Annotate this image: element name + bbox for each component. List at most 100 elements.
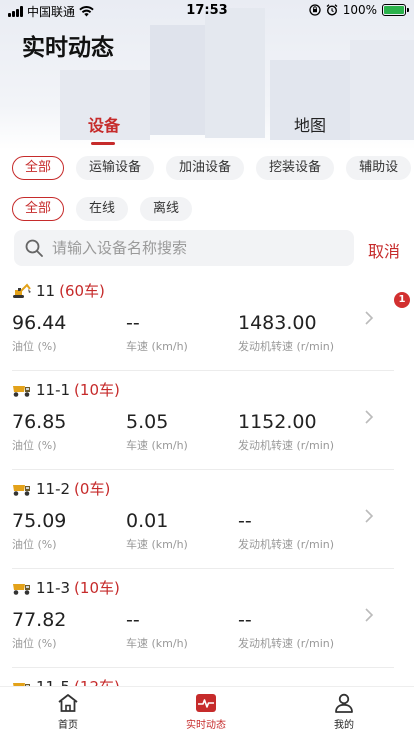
main-tabs: 设备 地图	[0, 108, 414, 148]
tab-devices[interactable]: 设备	[88, 112, 120, 136]
search-icon	[25, 239, 43, 257]
status-bar: 中国联通 17:53 100%	[0, 0, 414, 22]
active-tab-indicator	[91, 142, 115, 145]
oil-value: 77.82	[12, 609, 67, 631]
rpm-label: 发动机转速 (r/min)	[238, 340, 335, 353]
search-row: 取消	[14, 230, 404, 266]
oil-value: 96.44	[12, 312, 67, 334]
carrier-label: 中国联通	[27, 5, 76, 19]
chevron-right-icon	[365, 608, 374, 622]
device-card-header: 11 (60车)	[12, 280, 105, 301]
oil-label: 油位 (%)	[12, 340, 57, 353]
search-input[interactable]	[52, 239, 342, 257]
category-filter-row: 全部 运输设备 加油设备 挖装设备 辅助设	[12, 156, 412, 180]
chevron-right-icon	[365, 311, 374, 325]
dump-truck-icon	[13, 385, 30, 397]
wifi-icon	[79, 6, 94, 17]
nav-item-home[interactable]: 首页	[28, 693, 108, 731]
rpm-value: 1483.00	[238, 312, 317, 334]
rpm-value: --	[238, 609, 252, 631]
rpm-value: 1152.00	[238, 411, 317, 433]
metric-speed: 5.05 车速 (km/h)	[126, 411, 188, 453]
metric-speed: -- 车速 (km/h)	[126, 609, 188, 651]
nav-label-realtime: 实时动态	[186, 720, 226, 731]
oil-label: 油位 (%)	[12, 439, 57, 452]
category-chip-transport[interactable]: 运输设备	[76, 156, 155, 180]
pulse-icon	[196, 694, 216, 712]
dump-truck-icon	[13, 583, 30, 595]
device-card[interactable]: 11-2 (0车) 75.09 油位 (%) 0.01 车速 (km/h) --…	[0, 470, 414, 569]
oil-value: 75.09	[12, 510, 67, 532]
chevron-right-icon	[365, 410, 374, 424]
page-title: 实时动态	[22, 35, 114, 61]
rpm-value: --	[238, 510, 252, 532]
device-count: (0车)	[74, 480, 111, 498]
device-card-header: 11-3 (10车)	[12, 577, 120, 598]
oil-label: 油位 (%)	[12, 538, 57, 551]
cancel-button[interactable]: 取消	[368, 238, 400, 262]
nav-label-profile: 我的	[334, 720, 354, 731]
status-chip-all[interactable]: 全部	[12, 197, 65, 221]
rpm-label: 发动机转速 (r/min)	[238, 439, 335, 452]
nav-item-realtime[interactable]: 实时动态	[166, 693, 246, 731]
status-filter-row: 全部 在线 离线	[12, 197, 193, 221]
rpm-label: 发动机转速 (r/min)	[238, 637, 335, 650]
device-card-header: 11-1 (10车)	[12, 379, 120, 400]
category-chip-refuel[interactable]: 加油设备	[166, 156, 245, 180]
notification-badge: 1	[394, 292, 410, 308]
metric-speed: -- 车速 (km/h)	[126, 312, 188, 354]
alarm-icon	[326, 4, 338, 16]
category-chip-all[interactable]: 全部	[12, 156, 65, 180]
speed-label: 车速 (km/h)	[126, 439, 188, 452]
speed-value: 0.01	[126, 510, 169, 532]
battery-icon	[382, 4, 409, 16]
metric-rpm: -- 发动机转速 (r/min)	[238, 510, 334, 552]
category-chip-auxiliary[interactable]: 辅助设	[346, 156, 412, 180]
device-name: 11-1	[36, 380, 71, 399]
device-count: (10车)	[74, 579, 120, 597]
device-name: 11-3	[36, 578, 71, 597]
dump-truck-icon	[13, 484, 30, 496]
device-list: 11 (60车) 96.44 油位 (%) -- 车速 (km/h) 1483.…	[0, 272, 414, 736]
home-icon	[58, 694, 78, 712]
device-card[interactable]: 11-3 (10车) 77.82 油位 (%) -- 车速 (km/h) -- …	[0, 569, 414, 668]
nav-item-profile[interactable]: 我的	[304, 693, 384, 731]
device-count: (60车)	[59, 282, 105, 300]
metric-oil: 75.09 油位 (%)	[12, 510, 66, 552]
metric-oil: 76.85 油位 (%)	[12, 411, 66, 453]
device-card-header: 11-2 (0车)	[12, 478, 110, 499]
signal-icon	[8, 6, 23, 17]
orientation-lock-icon	[309, 4, 321, 16]
chevron-right-icon	[365, 509, 374, 523]
metric-rpm: 1483.00 发动机转速 (r/min)	[238, 312, 334, 354]
excavator-icon	[13, 282, 31, 298]
status-left: 中国联通	[8, 3, 94, 20]
oil-value: 76.85	[12, 411, 67, 433]
nav-label-home: 首页	[58, 720, 78, 731]
metric-oil: 96.44 油位 (%)	[12, 312, 66, 354]
oil-label: 油位 (%)	[12, 637, 57, 650]
device-card[interactable]: 11-1 (10车) 76.85 油位 (%) 5.05 车速 (km/h) 1…	[0, 371, 414, 470]
speed-value: --	[126, 312, 140, 334]
status-chip-online[interactable]: 在线	[76, 197, 129, 221]
battery-percent: 100%	[342, 3, 377, 17]
speed-value: 5.05	[126, 411, 169, 433]
category-chip-excavation[interactable]: 挖装设备	[256, 156, 335, 180]
search-box[interactable]	[14, 230, 354, 266]
user-icon	[335, 693, 353, 713]
device-count: (10车)	[74, 381, 120, 399]
status-right: 100%	[309, 3, 409, 17]
speed-label: 车速 (km/h)	[126, 637, 188, 650]
tab-map[interactable]: 地图	[294, 112, 326, 136]
status-chip-offline[interactable]: 离线	[140, 197, 193, 221]
metric-speed: 0.01 车速 (km/h)	[126, 510, 188, 552]
metric-rpm: 1152.00 发动机转速 (r/min)	[238, 411, 334, 453]
rpm-label: 发动机转速 (r/min)	[238, 538, 335, 551]
metric-oil: 77.82 油位 (%)	[12, 609, 66, 651]
speed-value: --	[126, 609, 140, 631]
metric-rpm: -- 发动机转速 (r/min)	[238, 609, 334, 651]
bottom-nav: 首页 实时动态 我的	[0, 686, 414, 736]
speed-label: 车速 (km/h)	[126, 340, 188, 353]
device-card[interactable]: 11 (60车) 96.44 油位 (%) -- 车速 (km/h) 1483.…	[0, 272, 414, 371]
speed-label: 车速 (km/h)	[126, 538, 188, 551]
